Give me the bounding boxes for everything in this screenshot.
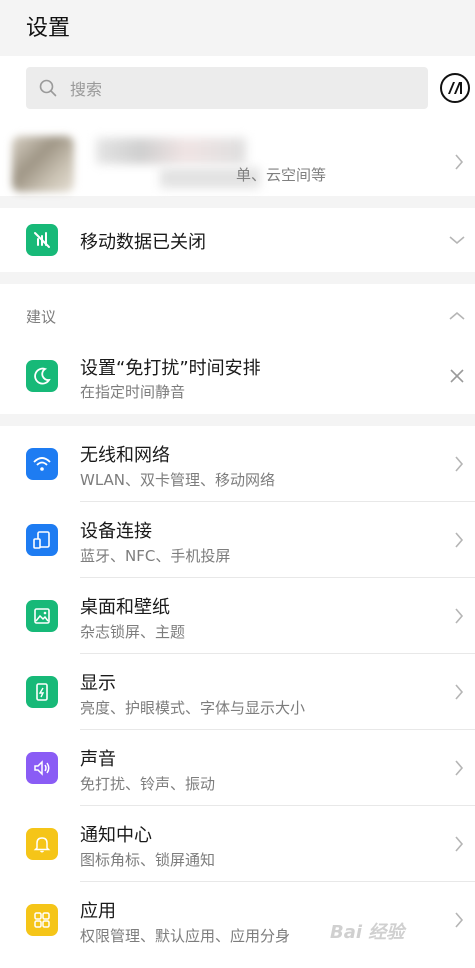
chevron-right-icon (451, 834, 467, 854)
settings-item-subtitle: 亮度、护眼模式、字体与显示大小 (80, 699, 306, 717)
chevron-right-icon (451, 454, 467, 474)
settings-item-subtitle: WLAN、双卡管理、移动网络 (80, 471, 276, 489)
wifi-icon (26, 448, 58, 480)
suggestion-subtitle: 在指定时间静音 (80, 383, 186, 401)
settings-item-device-connection[interactable]: 设备连接 蓝牙、NFC、手机投屏 (0, 502, 475, 578)
settings-item-title: 无线和网络 (80, 445, 170, 466)
chevron-down-icon[interactable] (447, 230, 467, 250)
brand-logo-icon[interactable] (440, 73, 470, 103)
settings-list: 无线和网络 WLAN、双卡管理、移动网络 设备连接 蓝牙、NFC、手机投屏 桌面… (0, 426, 475, 968)
settings-item-title: 显示 (80, 673, 116, 694)
search-row: 搜索 (0, 56, 475, 128)
moon-icon (26, 360, 58, 392)
search-icon (26, 67, 70, 109)
avatar (12, 136, 74, 192)
notification-icon (26, 828, 58, 860)
chevron-right-icon (451, 152, 467, 172)
mobile-data-row[interactable]: 移动数据已关闭 (0, 208, 475, 272)
settings-item-title: 通知中心 (80, 825, 152, 846)
settings-item-subtitle: 蓝牙、NFC、手机投屏 (80, 547, 231, 565)
settings-item-title: 设备连接 (80, 521, 152, 542)
chevron-right-icon (451, 758, 467, 778)
search-placeholder: 搜索 (70, 80, 103, 99)
display-icon (26, 676, 58, 708)
suggestions-section: 设置“免打扰”时间安排 在指定时间静音 (0, 284, 475, 414)
page-title: 设置 (26, 16, 71, 41)
chevron-right-icon (451, 910, 467, 930)
settings-item-title: 应用 (80, 901, 116, 922)
settings-item-display[interactable]: 显示 亮度、护眼模式、字体与显示大小 (0, 654, 475, 730)
chevron-right-icon (451, 682, 467, 702)
close-icon[interactable] (447, 366, 467, 386)
settings-item-subtitle: 图标角标、锁屏通知 (80, 851, 216, 869)
settings-item-subtitle: 权限管理、默认应用、应用分身 (80, 927, 291, 945)
suggestions-label: 建议 (26, 308, 57, 326)
settings-item-wireless[interactable]: 无线和网络 WLAN、双卡管理、移动网络 (0, 426, 475, 502)
chevron-right-icon (451, 606, 467, 626)
chevron-right-icon (451, 530, 467, 550)
suggestion-title: 设置“免打扰”时间安排 (80, 358, 261, 379)
suggestion-item[interactable]: 设置“免打扰”时间安排 在指定时间静音 (0, 344, 475, 408)
search-input[interactable]: 搜索 (26, 67, 428, 109)
settings-item-sound[interactable]: 声音 免打扰、铃声、振动 (0, 730, 475, 806)
apps-icon (26, 904, 58, 936)
sound-icon (26, 752, 58, 784)
account-subtitle: 单、云空间等 (236, 166, 327, 184)
settings-item-notifications[interactable]: 通知中心 图标角标、锁屏通知 (0, 806, 475, 882)
chevron-up-icon[interactable] (447, 306, 467, 326)
mobile-data-label: 移动数据已关闭 (80, 232, 206, 253)
wallpaper-icon (26, 600, 58, 632)
watermark: Bai 经验 (330, 922, 405, 943)
mobile-data-off-icon (26, 224, 58, 256)
settings-item-title: 声音 (80, 749, 116, 770)
account-row[interactable]: 单、云空间等 (0, 128, 475, 196)
settings-item-subtitle: 免打扰、铃声、振动 (80, 775, 216, 793)
settings-item-title: 桌面和壁纸 (80, 597, 170, 618)
settings-item-wallpaper[interactable]: 桌面和壁纸 杂志锁屏、主题 (0, 578, 475, 654)
settings-item-subtitle: 杂志锁屏、主题 (80, 623, 186, 641)
account-name-blurred (96, 138, 246, 164)
device-connection-icon (26, 524, 58, 556)
